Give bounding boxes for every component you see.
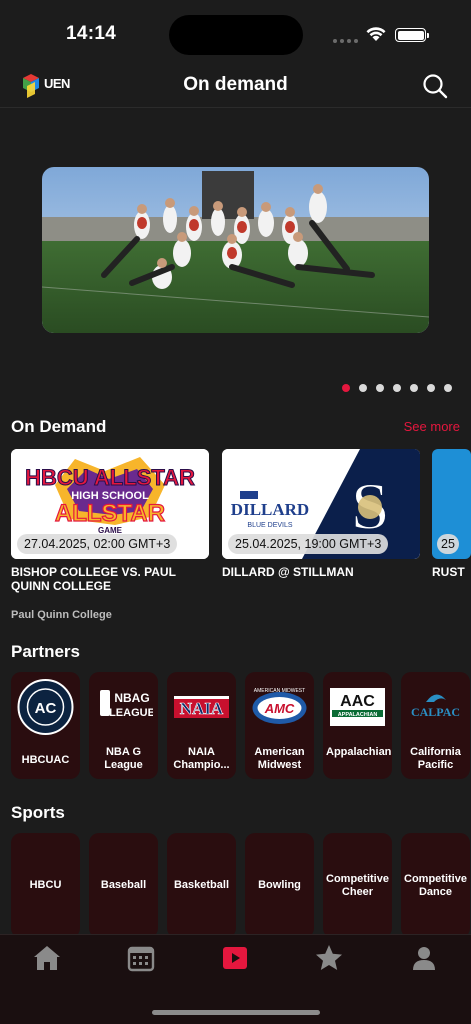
- home-icon[interactable]: [32, 943, 62, 973]
- aac-logo-icon: AAC APPALACHIAN: [330, 688, 385, 726]
- svg-text:NBAG: NBAG: [114, 691, 149, 705]
- wifi-icon: [366, 27, 386, 41]
- partner-tile-american-midwest[interactable]: AMC AMERICAN MIDWEST American Midwest: [245, 672, 314, 779]
- hbcuac-logo-icon: AC: [17, 679, 74, 735]
- date-badge: 25.04.2025, 19:00 GMT+3: [228, 534, 389, 554]
- sport-label: HBCU: [29, 879, 62, 891]
- status-bar: 14:14: [0, 0, 471, 64]
- page-title: On demand: [183, 74, 288, 95]
- carousel-dot[interactable]: [393, 384, 401, 392]
- video-title: RUST: [432, 565, 465, 579]
- sport-tile-competitive-cheer[interactable]: Competitive Cheer: [323, 833, 392, 938]
- on-demand-heading: On Demand: [11, 417, 107, 436]
- video-title: DILLARD @ STILLMAN: [222, 565, 354, 579]
- sport-tile-competitive-dance[interactable]: Competitive Dance: [401, 833, 470, 938]
- carousel-pagination[interactable]: [342, 384, 452, 392]
- home-indicator: [152, 1010, 320, 1015]
- partners-heading: Partners: [11, 642, 80, 661]
- partner-label: HBCUAC: [21, 754, 70, 766]
- svg-text:CALPAC: CALPAC: [411, 705, 460, 719]
- cellular-signal-icon: [333, 39, 358, 43]
- date-badge: 27.04.2025, 02:00 GMT+3: [17, 534, 178, 554]
- partner-label: Appalachian: [326, 746, 392, 758]
- sport-label: Basketball: [173, 879, 230, 891]
- partner-label: NBA G League: [104, 746, 143, 771]
- carousel-dot[interactable]: [427, 384, 435, 392]
- svg-text:BLUE DEVILS: BLUE DEVILS: [247, 522, 292, 529]
- sport-label: Competitive Dance: [404, 872, 467, 898]
- see-more-link[interactable]: See more: [404, 419, 460, 434]
- video-subtitle: Paul Quinn College: [11, 609, 112, 621]
- hbcu-logo-text: HBCU ALLSTAR: [25, 465, 195, 490]
- profile-icon[interactable]: [409, 943, 439, 973]
- carousel-dot[interactable]: [359, 384, 367, 392]
- video-card[interactable]: HBCU ALLSTAR HIGH SCHOOL ALLSTAR GAME 27…: [11, 449, 209, 621]
- star-icon[interactable]: [314, 943, 344, 973]
- svg-text:AMC: AMC: [264, 701, 295, 716]
- svg-text:ALLSTAR: ALLSTAR: [55, 500, 165, 527]
- carousel-dot[interactable]: [376, 384, 384, 392]
- video-thumbnail: HBCU ALLSTAR HIGH SCHOOL ALLSTAR GAME 27…: [11, 449, 209, 559]
- svg-text:APPALACHIAN: APPALACHIAN: [338, 712, 378, 718]
- carousel-dot[interactable]: [410, 384, 418, 392]
- banner-photo: [42, 167, 429, 333]
- video-card[interactable]: DILLARD BLUE DEVILS S 25.04.2025, 19:00 …: [222, 449, 420, 579]
- naia-logo-icon: NAIA: [174, 696, 229, 718]
- svg-text:AMERICAN MIDWEST: AMERICAN MIDWEST: [254, 688, 305, 694]
- partner-tile-naia[interactable]: NAIA NAIA Champio...: [167, 672, 236, 779]
- nba-g-league-logo-icon: NBAG LEAGUE: [100, 690, 153, 719]
- calendar-icon[interactable]: [126, 943, 156, 973]
- svg-text:LEAGUE: LEAGUE: [109, 707, 153, 719]
- carousel-dot[interactable]: [342, 384, 350, 392]
- hero-banner[interactable]: [42, 167, 429, 333]
- search-icon[interactable]: [421, 72, 449, 100]
- status-time: 14:14: [66, 23, 117, 44]
- sport-tile-basketball[interactable]: Basketball: [167, 833, 236, 938]
- video-card[interactable]: 25 RUST: [432, 449, 471, 579]
- partner-tile-appalachian[interactable]: AAC APPALACHIAN Appalachian: [323, 672, 392, 779]
- sport-label: Competitive Cheer: [326, 872, 389, 898]
- video-title: BISHOP COLLEGE VS. PAUL QUINN COLLEGE: [11, 565, 176, 593]
- svg-text:AAC: AAC: [340, 693, 375, 710]
- carousel-dot[interactable]: [444, 384, 452, 392]
- partner-label: NAIA Champio...: [173, 746, 230, 771]
- video-thumbnail: 25: [432, 449, 471, 559]
- calpac-logo-icon: CALPAC: [411, 694, 460, 719]
- partner-tile-nba-g-league[interactable]: NBAG LEAGUE NBA G League: [89, 672, 158, 779]
- play-icon[interactable]: [220, 943, 250, 973]
- app-header: UEN On demand: [0, 64, 471, 108]
- sport-tile-bowling[interactable]: Bowling: [245, 833, 314, 938]
- sport-tile-baseball[interactable]: Baseball: [89, 833, 158, 938]
- battery-icon: [395, 28, 429, 42]
- svg-text:AC: AC: [35, 700, 57, 717]
- video-thumbnail: DILLARD BLUE DEVILS S 25.04.2025, 19:00 …: [222, 449, 420, 559]
- partner-label: California Pacific: [410, 746, 461, 771]
- sport-label: Baseball: [100, 879, 147, 891]
- sport-label: Bowling: [258, 879, 301, 891]
- sports-heading: Sports: [11, 803, 65, 822]
- dynamic-island: [169, 15, 303, 55]
- dillard-logo-text: DILLARD: [231, 500, 309, 519]
- partner-label: American Midwest: [254, 746, 305, 771]
- partner-tile-california-pacific[interactable]: CALPAC California Pacific: [401, 672, 470, 779]
- american-midwest-logo-icon: AMC AMERICAN MIDWEST: [252, 688, 307, 724]
- svg-text:NAIA: NAIA: [180, 699, 224, 718]
- partner-tile-hbcuac[interactable]: AC HBCUAC: [11, 672, 80, 779]
- date-badge: 25: [437, 534, 459, 554]
- sport-tile-hbcu[interactable]: HBCU: [11, 833, 80, 938]
